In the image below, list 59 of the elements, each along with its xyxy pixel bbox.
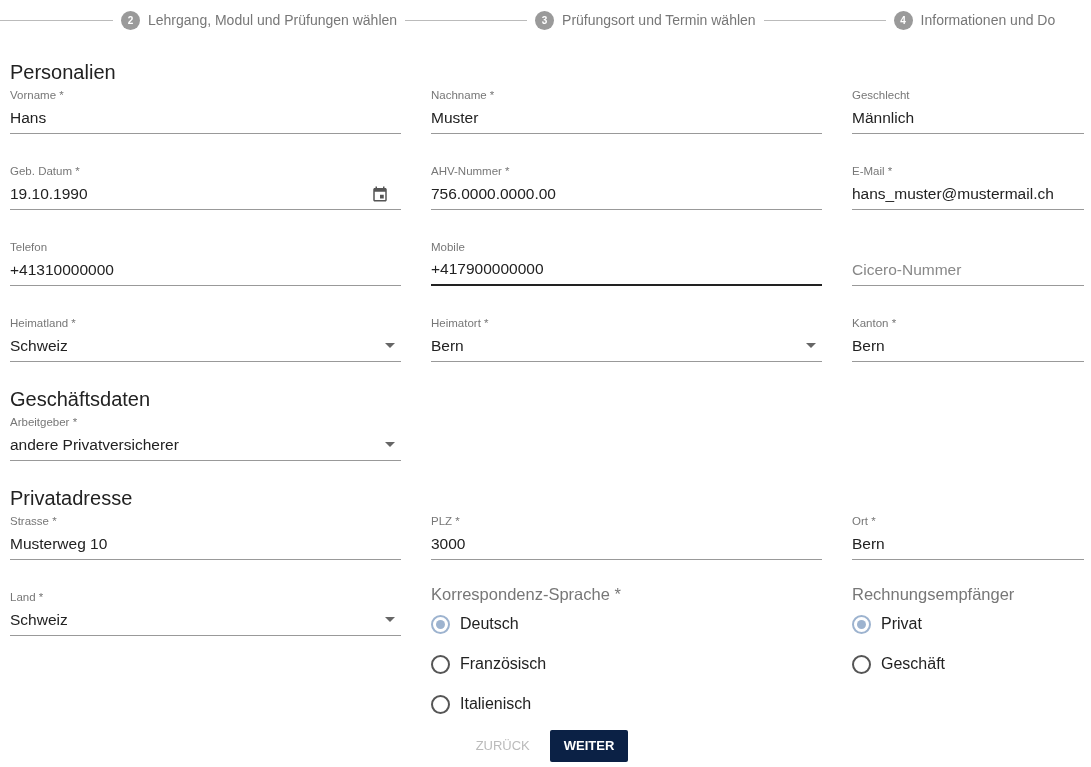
radio-button[interactable] (431, 694, 450, 714)
field-label: Ort * (852, 515, 876, 527)
caret-icon (385, 442, 395, 447)
radio-label: Italienisch (460, 694, 532, 714)
calendar-icon (371, 185, 389, 203)
input-field[interactable]: Muster (431, 102, 822, 134)
step-number: 4 (893, 10, 913, 30)
radio-button[interactable] (852, 654, 871, 674)
field-label: Land * (10, 591, 44, 603)
input-field[interactable]: 3000 (431, 528, 822, 560)
section-title: Privatadresse (10, 487, 134, 509)
radio-button[interactable] (852, 614, 871, 634)
input-field[interactable]: hans_muster@mustermail.ch (852, 178, 1084, 210)
radio-label: Französisch (460, 654, 547, 674)
step-number: 2 (121, 10, 140, 30)
field-label: Telefon (10, 241, 48, 253)
input-field[interactable]: Männlich (852, 102, 1084, 134)
radio-button[interactable] (431, 614, 450, 634)
step-label: Lehrgang, Modul und Prüfungen wählen (148, 10, 398, 30)
field-label: Geschlecht (852, 89, 910, 101)
field-label: Heimatort * (431, 317, 489, 329)
section-title: Personalien (10, 61, 117, 83)
step-label: Informationen und Do (920, 10, 1056, 30)
input-field[interactable]: 756.0000.0000.00 (431, 178, 822, 210)
select-field[interactable]: Schweiz (10, 330, 401, 362)
field-label: Nachname * (431, 89, 495, 101)
field-label: Kanton * (852, 317, 897, 329)
input-field[interactable]: +417900000000 (431, 254, 822, 286)
caret-icon (806, 343, 816, 348)
field-label: Vorname * (10, 89, 64, 101)
field-label: Geb. Datum * (10, 165, 80, 177)
input-field[interactable]: Bern (852, 528, 1084, 560)
step-label: Prüfungsort und Termin wählen (562, 10, 756, 30)
radio-label: Geschäft (881, 654, 946, 674)
field-label: Mobile (431, 241, 465, 253)
select-field[interactable]: Bern (431, 330, 822, 362)
radio-button[interactable] (431, 654, 450, 674)
field-label: E-Mail * (852, 165, 893, 177)
input-field[interactable]: Musterweg 10 (10, 528, 401, 560)
group-label: Korrespondenz-Sprache * (431, 584, 622, 604)
input-field[interactable]: Bern (852, 330, 1084, 362)
group-label: Rechnungsempfänger (852, 584, 1016, 604)
section-title: Geschäftsdaten (10, 388, 152, 410)
select-field[interactable]: Schweiz (10, 604, 401, 636)
field-label: Arbeitgeber * (10, 416, 78, 428)
radio-label: Deutsch (460, 614, 519, 634)
input-field[interactable]: Hans (10, 102, 401, 134)
field-label: Heimatland * (10, 317, 76, 329)
radio-label: Privat (881, 614, 922, 634)
field-label: AHV-Nummer * (431, 165, 510, 177)
caret-icon (385, 617, 395, 622)
field-label: PLZ * (431, 515, 460, 527)
next-button[interactable]: WEITER (549, 730, 629, 762)
select-field[interactable]: andere Privatversicherer (10, 429, 401, 461)
field-label: Strasse * (10, 515, 57, 527)
input-field[interactable]: Cicero-Nummer (852, 254, 1084, 286)
caret-icon (385, 343, 395, 348)
step-number: 3 (535, 10, 555, 30)
input-field[interactable]: +41310000000 (10, 254, 401, 286)
